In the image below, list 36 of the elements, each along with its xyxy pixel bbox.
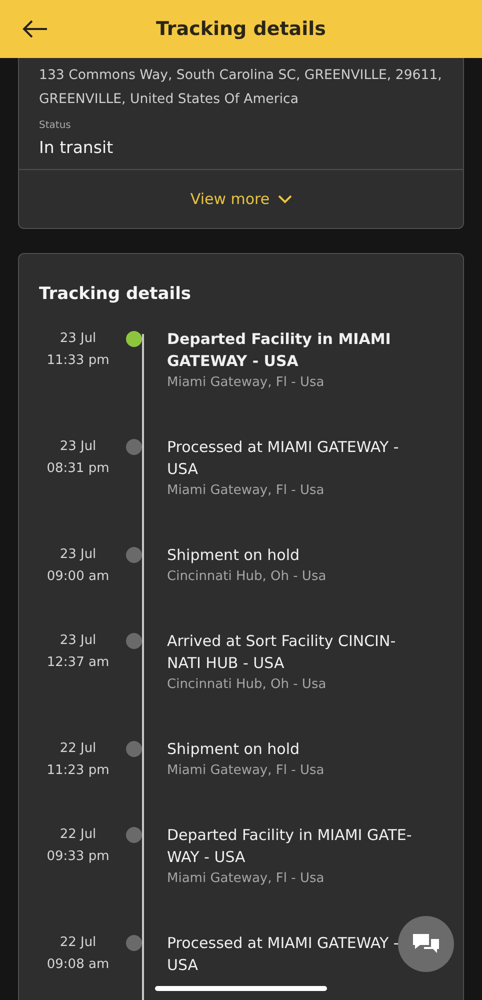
event-date: 23 Jul (60, 330, 96, 348)
event-time: 09:00 am (46, 568, 110, 586)
event-time: 09:33 pm (46, 848, 110, 866)
event-date: 22 Jul (60, 826, 96, 844)
chevron-down-icon (278, 194, 292, 204)
event-date: 22 Jul (60, 740, 96, 758)
event-time: 11:33 pm (46, 352, 110, 370)
event-location: Cincinnati Hub, Oh - Usa (167, 568, 328, 586)
event-title: Departed Facility in MIAMI GATEWAY - USA (167, 329, 392, 372)
event-time: 08:31 pm (46, 460, 110, 478)
event-location: Miami Gateway, Fl - Usa (167, 762, 326, 780)
address-text: 133 Commons Way, South Carolina SC, GREENVILLE, 29611, GREENVILLE, United States Of America (39, 67, 443, 109)
event-location: Miami Gateway, Fl - Usa (167, 482, 326, 500)
event-date: 23 Jul (60, 632, 96, 650)
event-time: 12:37 am (46, 654, 110, 672)
event-title: Shipment on hold (167, 739, 301, 760)
event-title: Processed at MIAMI GATEWAY - USA (167, 933, 400, 976)
event-time: 11:23 pm (46, 762, 110, 780)
event-date: 22 Jul (60, 934, 96, 952)
status-label: Status (39, 120, 72, 131)
event-location: Cincinnati Hub, Oh - Usa (167, 676, 328, 694)
event-date: 23 Jul (60, 546, 96, 564)
event-location: Miami Gateway, Fl - Usa (167, 374, 326, 392)
section-title: Tracking details (39, 284, 192, 304)
view-more-button[interactable]: View more (184, 189, 298, 209)
event-title: Processed at MIAMI GATEWAY - USA (167, 437, 400, 480)
event-title: Shipment on hold (167, 545, 301, 566)
back-button[interactable] (22, 20, 48, 38)
event-title: Departed Facility in MIAMI GATE-WAY - USA (167, 825, 413, 868)
event-date: 23 Jul (60, 438, 96, 456)
event-time: 09:08 am (46, 956, 110, 974)
status-value: In transit (39, 138, 114, 157)
page-title: Tracking details (156, 18, 326, 40)
event-title: Arrived at Sort Facility CINCIN-NATI HUB - USA (167, 631, 397, 674)
back-arrow-icon (22, 20, 48, 38)
event-location: Miami Gateway, Fl - Usa (167, 870, 326, 888)
